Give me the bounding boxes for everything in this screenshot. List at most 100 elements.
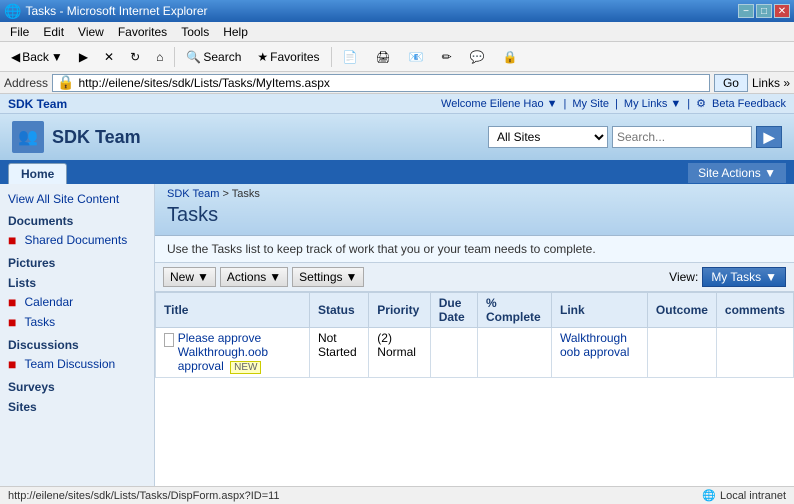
sidebar-item-team-discussion[interactable]: Team Discussion [20, 355, 119, 373]
home-button[interactable]: ⌂ [149, 47, 170, 67]
beta-feedback-link[interactable]: Beta Feedback [712, 98, 786, 110]
new-dropdown-icon: ▼ [197, 270, 209, 284]
menu-tools[interactable]: Tools [175, 23, 215, 41]
col-duedate[interactable]: Due Date [430, 293, 477, 328]
page-title: Tasks [167, 204, 782, 227]
col-priority[interactable]: Priority [369, 293, 430, 328]
tab-home[interactable]: Home [8, 163, 67, 184]
menu-edit[interactable]: Edit [37, 23, 70, 41]
content-header: SDK Team > Tasks Tasks [155, 184, 794, 236]
stop-button[interactable]: ✕ [97, 47, 121, 67]
welcome-text[interactable]: Welcome Eilene Hao ▼ [441, 98, 557, 110]
breadcrumb-sdk-team[interactable]: SDK Team [167, 188, 219, 200]
site-logo-icon: 👥 [18, 127, 38, 147]
menu-bar: File Edit View Favorites Tools Help [0, 22, 794, 42]
toolbar-icon-3[interactable]: 📧 [402, 47, 431, 67]
browser-toolbar: ◀ Back ▼ ▶ ✕ ↻ ⌂ 🔍 Search ★ Favorites 📄 … [0, 42, 794, 72]
settings-icon[interactable]: ⚙ [696, 97, 706, 110]
toolbar-icon-4[interactable]: ✏ [435, 47, 459, 67]
toolbar-icon-1[interactable]: 📄 [336, 47, 365, 67]
sidebar-section-documents: Documents [8, 214, 146, 228]
search-toolbar-button[interactable]: 🔍 Search [179, 47, 248, 67]
task-row-selector[interactable] [164, 333, 174, 347]
col-link[interactable]: Link [551, 293, 647, 328]
search-go-icon: ▶ [764, 129, 775, 146]
toolbar-separator [174, 47, 175, 67]
bullet-icon-3: ■ [8, 315, 16, 329]
back-button[interactable]: ◀ Back ▼ [4, 47, 70, 67]
search-scope-dropdown[interactable]: All Sites [488, 126, 608, 148]
view-all-content-link[interactable]: View All Site Content [4, 190, 150, 208]
my-links-link[interactable]: My Links ▼ [624, 98, 681, 110]
sidebar: View All Site Content Documents ■ Shared… [0, 184, 155, 486]
breadcrumb-separator: > [222, 188, 231, 200]
status-url: http://eilene/sites/sdk/Lists/Tasks/Disp… [8, 490, 280, 502]
actions-dropdown-icon: ▼ [269, 270, 281, 284]
settings-label: Settings [299, 270, 342, 284]
site-actions-button[interactable]: Site Actions ▼ [688, 163, 786, 183]
site-logo: 👥 [12, 121, 44, 153]
back-dropdown-icon: ▼ [51, 50, 63, 64]
refresh-icon: ↻ [130, 50, 140, 64]
menu-help[interactable]: Help [217, 23, 254, 41]
favorites-button[interactable]: ★ Favorites [250, 47, 326, 67]
nav-tabs: Home Site Actions ▼ [0, 160, 794, 184]
task-link-value[interactable]: Walkthrough oob approval [560, 331, 629, 359]
home-icon: ⌂ [156, 50, 163, 64]
my-site-link[interactable]: My Site [572, 98, 609, 110]
actions-label: Actions [227, 270, 266, 284]
toolbar-icon-6[interactable]: 🔒 [496, 47, 525, 67]
close-button[interactable]: ✕ [774, 4, 790, 18]
bullet-icon-4: ■ [8, 357, 16, 371]
task-duedate-cell [430, 328, 477, 378]
refresh-button[interactable]: ↻ [123, 47, 147, 67]
search-toolbar-label: Search [203, 50, 241, 64]
sidebar-item-calendar[interactable]: Calendar [20, 293, 77, 311]
address-url[interactable]: http://eilene/sites/sdk/Lists/Tasks/MyIt… [78, 76, 329, 90]
sidebar-item-tasks[interactable]: Tasks [20, 313, 59, 331]
col-status[interactable]: Status [309, 293, 368, 328]
maximize-button[interactable]: □ [756, 4, 772, 18]
view-label: View: [669, 270, 698, 284]
toolbar-icon-5[interactable]: 💬 [463, 47, 492, 67]
minimize-button[interactable]: − [738, 4, 754, 18]
col-outcome[interactable]: Outcome [647, 293, 716, 328]
col-percent[interactable]: % Complete [478, 293, 552, 328]
task-link-cell: Walkthrough oob approval [551, 328, 647, 378]
menu-favorites[interactable]: Favorites [112, 23, 173, 41]
separator-1: | [564, 98, 567, 110]
sidebar-item-shared-documents[interactable]: Shared Documents [20, 231, 131, 249]
list-item: ■ Calendar [4, 292, 150, 312]
site-header: 👥 SDK Team All Sites ▶ [0, 114, 794, 160]
links-button[interactable]: Links » [752, 76, 790, 90]
address-lock-icon: 🔒 [57, 74, 74, 91]
view-dropdown[interactable]: My Tasks ▼ [702, 267, 786, 287]
sidebar-section-surveys: Surveys [8, 380, 146, 394]
search-go-button[interactable]: ▶ [756, 126, 782, 148]
task-comments-cell [716, 328, 793, 378]
col-comments[interactable]: comments [716, 293, 793, 328]
sidebar-section-pictures: Pictures [8, 256, 146, 270]
menu-file[interactable]: File [4, 23, 35, 41]
top-nav-site-name[interactable]: SDK Team [8, 97, 67, 111]
stop-icon: ✕ [104, 50, 114, 64]
forward-button[interactable]: ▶ [72, 47, 95, 67]
list-toolbar: New ▼ Actions ▼ Settings ▼ View: My Task… [155, 263, 794, 292]
list-item: ■ Team Discussion [4, 354, 150, 374]
settings-button[interactable]: Settings ▼ [292, 267, 364, 287]
actions-button[interactable]: Actions ▼ [220, 267, 288, 287]
window-title: Tasks - Microsoft Internet Explorer [25, 4, 207, 18]
forward-icon: ▶ [79, 50, 88, 64]
new-button[interactable]: New ▼ [163, 267, 216, 287]
breadcrumb-tasks: Tasks [232, 188, 260, 200]
task-outcome-cell [647, 328, 716, 378]
search-input[interactable] [612, 126, 752, 148]
new-badge: NEW [230, 361, 261, 374]
back-icon: ◀ [11, 50, 20, 64]
list-item: ■ Shared Documents [4, 230, 150, 250]
col-title[interactable]: Title [156, 293, 310, 328]
go-button[interactable]: Go [714, 74, 748, 92]
list-item: ■ Tasks [4, 312, 150, 332]
menu-view[interactable]: View [72, 23, 110, 41]
toolbar-icon-2[interactable]: 🖨 [368, 47, 397, 67]
